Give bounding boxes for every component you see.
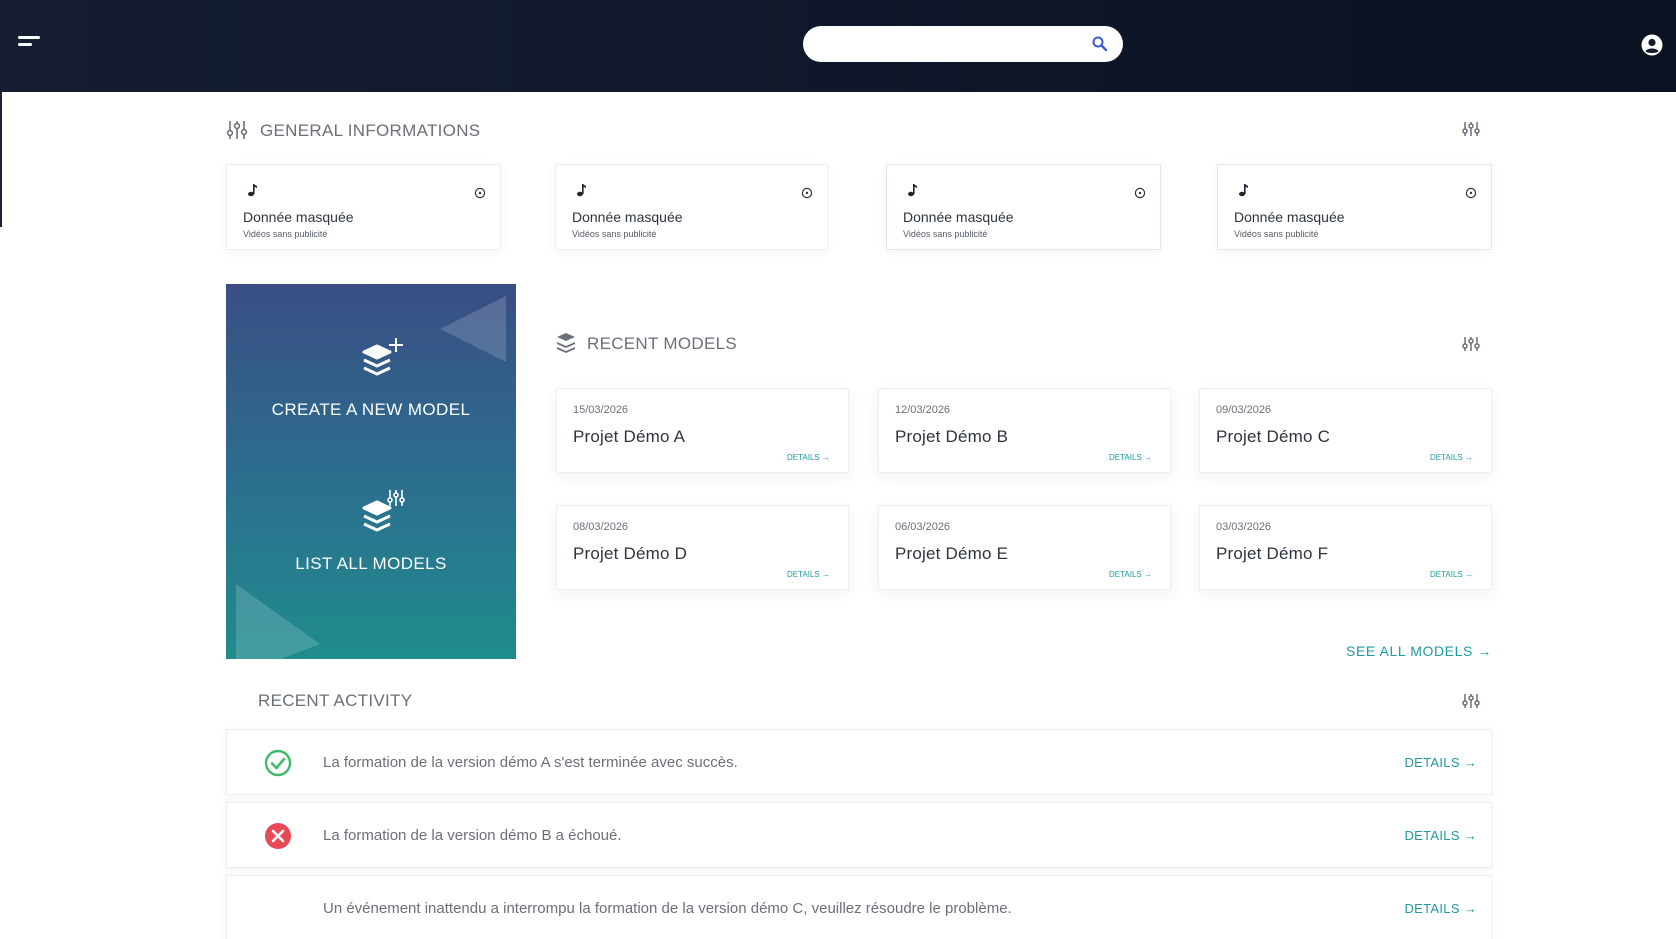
model-date: 08/03/2026 [573,521,629,533]
activity-message: Un événement inattendu a interrompu la f… [323,900,1012,917]
activity-details-link[interactable]: DETAILS → [1404,755,1477,770]
model-card[interactable]: 06/03/2026 Projet Démo E DETAILS → [878,505,1171,590]
model-date: 06/03/2026 [895,521,951,533]
activity-message: La formation de la version démo B a écho… [323,827,622,844]
model-date: 12/03/2026 [895,404,951,416]
model-actions-panel: CREATE A NEW MODEL LIST ALL MODELS [226,284,516,659]
activity-details-link[interactable]: DETAILS → [1404,901,1477,916]
activity-details-link[interactable]: DETAILS → [1404,828,1477,843]
info-card-title: Donnée masquée [243,209,354,225]
info-card: Donnée masquée Vidéos sans publicité [1217,164,1492,250]
info-card-subtitle: Vidéos sans publicité [243,229,328,239]
info-card-subtitle: Vidéos sans publicité [572,229,657,239]
model-card[interactable]: 12/03/2026 Projet Démo B DETAILS → [878,388,1171,473]
recent-models-title: RECENT MODELS [587,334,738,353]
info-circle-icon[interactable] [801,187,813,199]
layers-sliders-icon [362,490,405,532]
info-card: Donnée masquée Vidéos sans publicité [555,164,828,250]
check-circle-icon [264,749,292,777]
info-circle-icon[interactable] [1134,187,1146,199]
model-name: Projet Démo D [573,544,688,563]
search-bar [803,26,1123,62]
model-name: Projet Démo F [1216,544,1329,563]
model-details-link[interactable]: DETAILS → [1430,570,1473,579]
sliders-icon [226,121,248,139]
model-card[interactable]: 09/03/2026 Projet Démo C DETAILS → [1199,388,1492,473]
activity-row: La formation de la version démo B a écho… [226,802,1492,868]
search-icon[interactable] [1091,35,1109,53]
create-model-label: CREATE A NEW MODEL [271,400,471,419]
error-circle-icon [265,823,291,849]
model-details-link[interactable]: DETAILS → [1109,570,1152,579]
layers-plus-icon [362,338,403,376]
info-card-title: Donnée masquée [572,209,683,225]
activity-row: Un événement inattendu a interrompu la f… [226,875,1492,939]
models-filter-icon[interactable] [1462,335,1480,353]
general-filter-icon[interactable] [1462,120,1480,138]
info-circle-icon[interactable] [1465,187,1477,199]
model-name: Projet Démo B [895,427,1009,446]
model-date: 03/03/2026 [1216,521,1272,533]
create-model-button[interactable]: CREATE A NEW MODEL [226,338,516,420]
model-card[interactable]: 03/03/2026 Projet Démo F DETAILS → [1199,505,1492,590]
model-details-link[interactable]: DETAILS → [787,453,830,462]
see-all-models-link[interactable]: SEE ALL MODELS → [1346,643,1492,659]
general-informations-title: GENERAL INFORMATIONS [260,121,481,140]
info-card-subtitle: Vidéos sans publicité [1234,229,1319,239]
decor-triangle [236,584,320,659]
music-note-icon [1239,184,1248,197]
top-bar [0,0,1676,92]
search-input[interactable] [819,32,1079,56]
layers-icon [557,333,575,353]
model-details-link[interactable]: DETAILS → [1430,453,1473,462]
info-card: Donnée masquée Vidéos sans publicité [226,164,501,250]
model-date: 09/03/2026 [1216,404,1272,416]
info-card-title: Donnée masquée [1234,209,1345,225]
activity-filter-icon[interactable] [1462,692,1480,710]
user-avatar-icon[interactable] [1641,34,1663,56]
model-date: 15/03/2026 [573,404,629,416]
recent-activity-title: RECENT ACTIVITY [258,691,413,710]
info-card: Donnée masquée Vidéos sans publicité [886,164,1161,250]
model-card[interactable]: 08/03/2026 Projet Démo D DETAILS → [556,505,849,590]
music-note-icon [248,184,257,197]
music-note-icon [577,184,586,197]
activity-message: La formation de la version démo A s'est … [323,754,738,771]
model-name: Projet Démo E [895,544,1009,563]
model-details-link[interactable]: DETAILS → [787,570,830,579]
info-card-title: Donnée masquée [903,209,1014,225]
list-models-label: LIST ALL MODELS [295,554,447,573]
model-name: Projet Démo C [1216,427,1331,446]
info-card-subtitle: Vidéos sans publicité [903,229,988,239]
left-edge-divider [0,92,2,227]
list-models-button[interactable]: LIST ALL MODELS [226,488,516,574]
model-details-link[interactable]: DETAILS → [1109,453,1152,462]
activity-row: La formation de la version démo A s'est … [226,729,1492,795]
music-note-icon [908,184,917,197]
menu-icon[interactable] [18,36,44,52]
model-name: Projet Démo A [573,427,686,446]
model-card[interactable]: 15/03/2026 Projet Démo A DETAILS → [556,388,849,473]
info-circle-icon[interactable] [474,187,486,199]
